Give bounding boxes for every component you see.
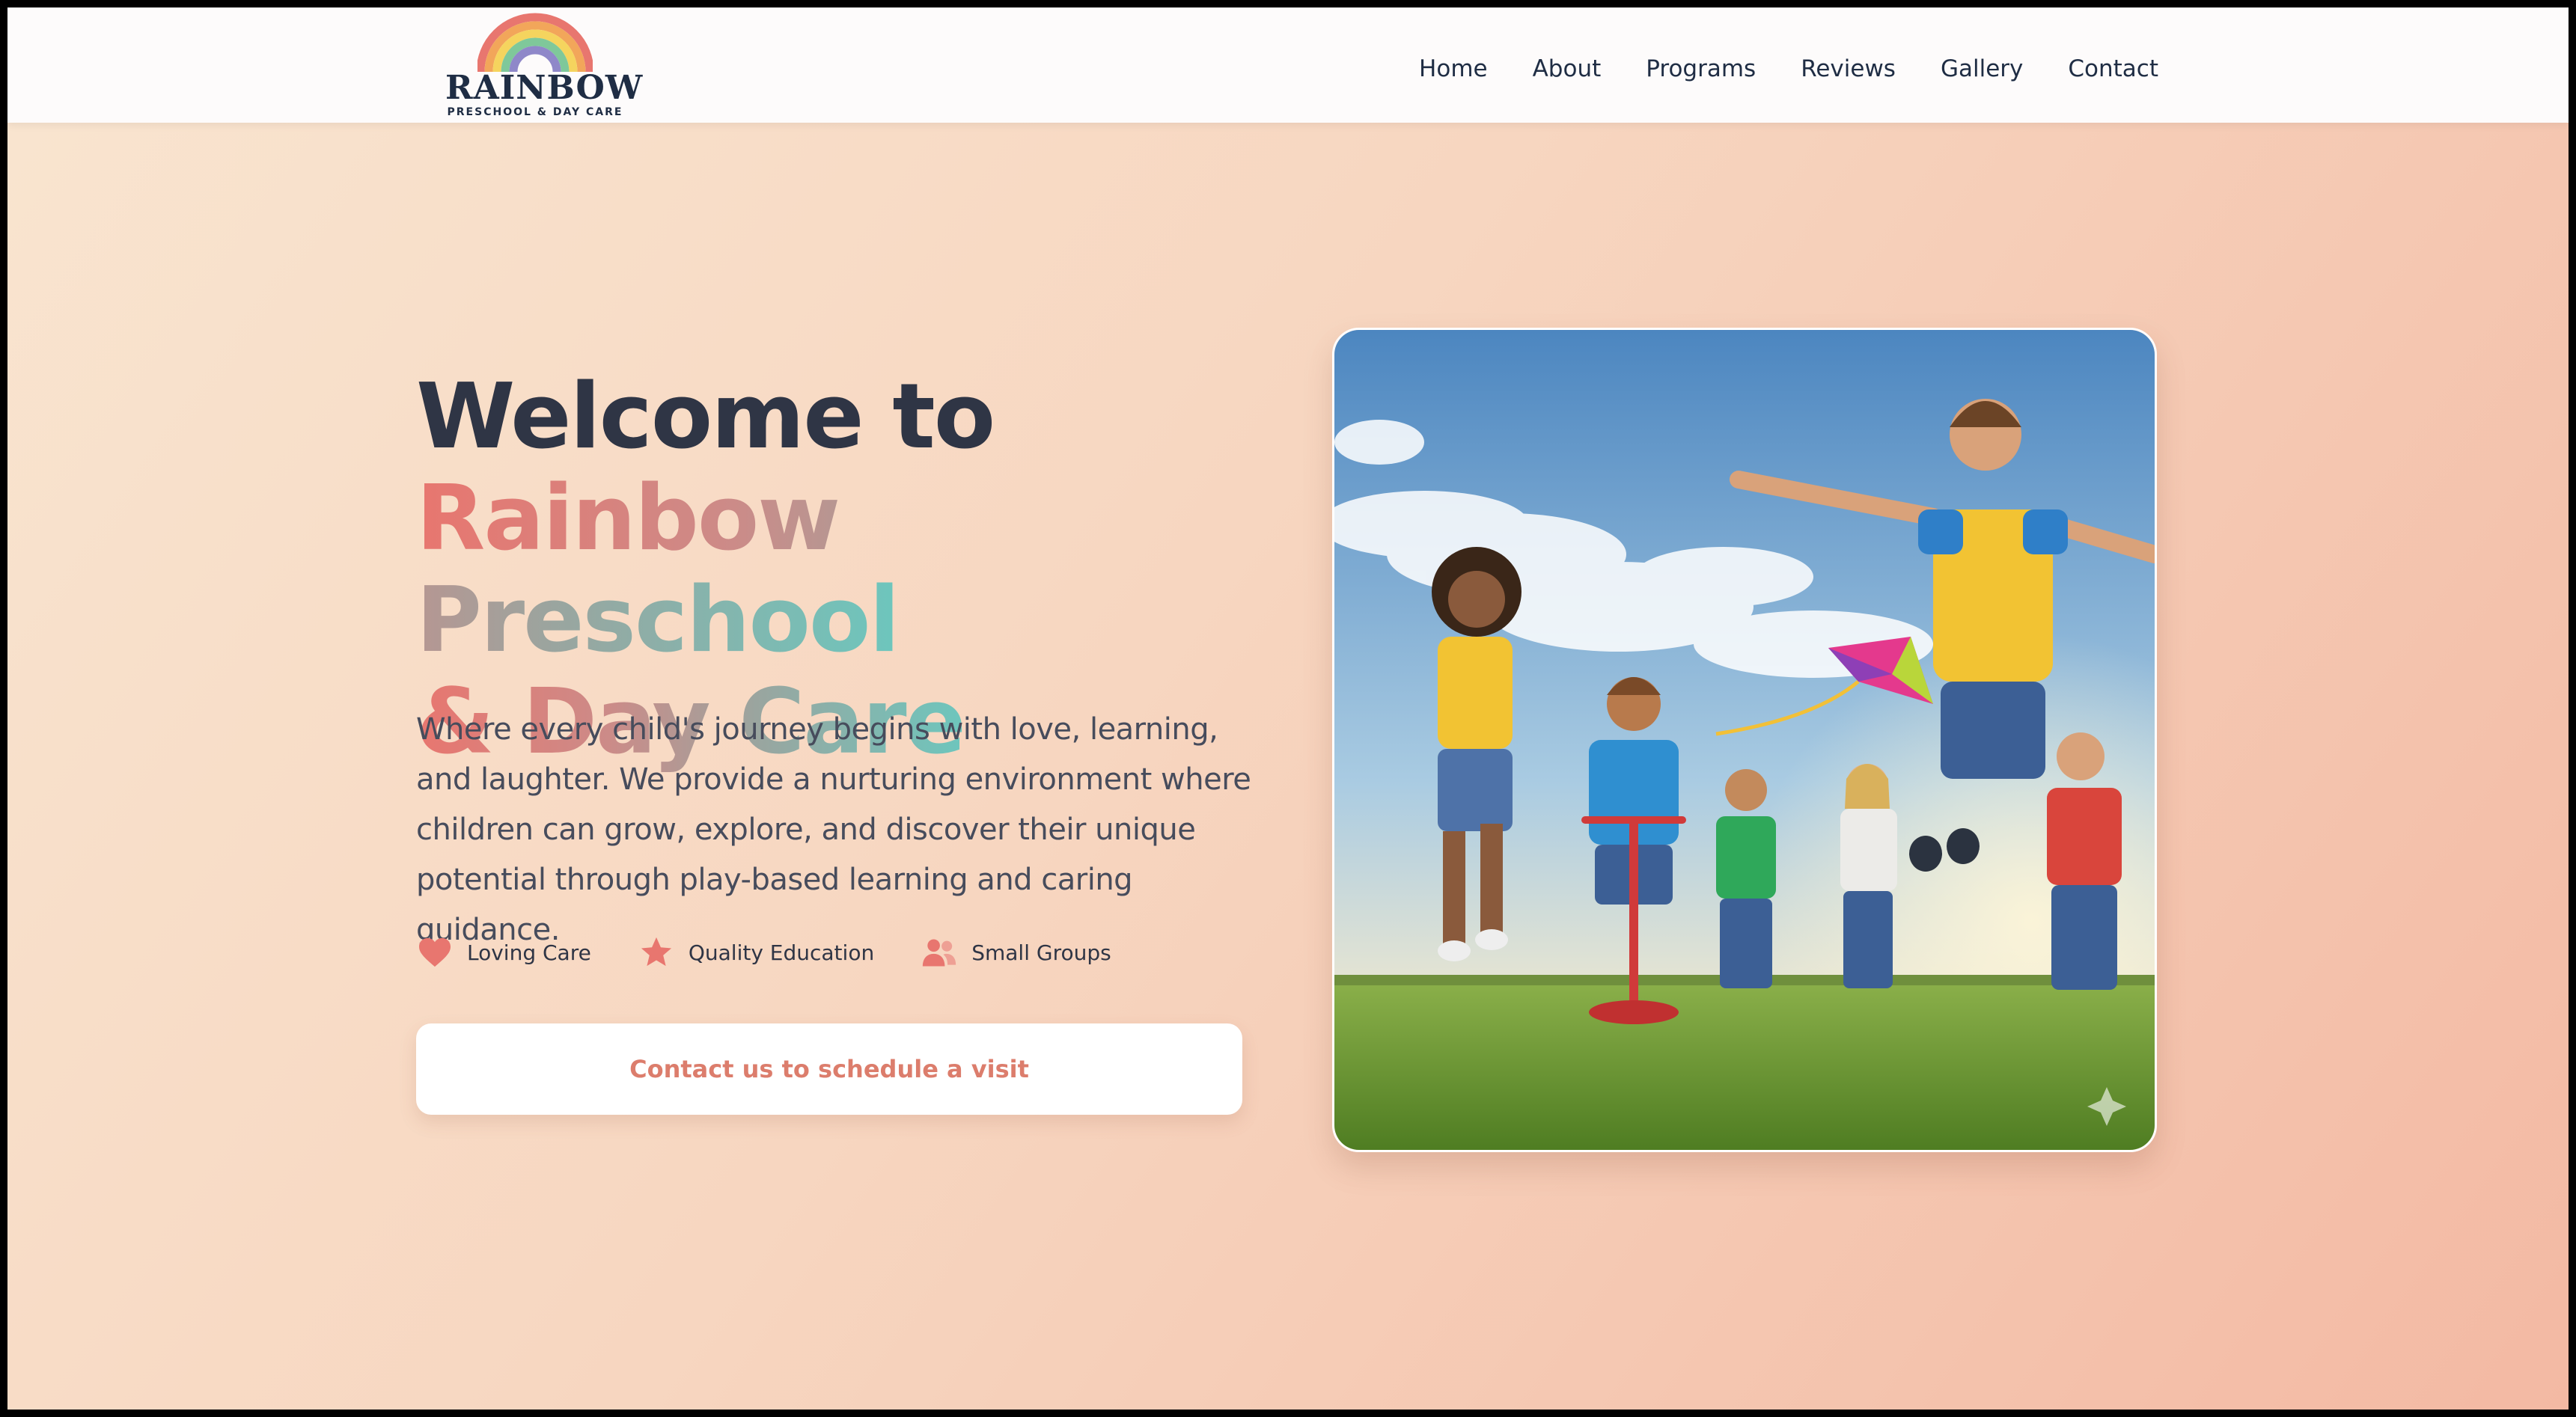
hero-image: [1332, 328, 2157, 1152]
nav-contact[interactable]: Contact: [2068, 55, 2158, 82]
nav-about[interactable]: About: [1533, 55, 1602, 82]
main-menu: Home About Programs Reviews Gallery Cont…: [1419, 55, 2158, 82]
nav-gallery[interactable]: Gallery: [1941, 55, 2023, 82]
logo[interactable]: RAINBOW PRESCHOOL & DAY CARE: [445, 9, 644, 121]
feature-loving-care: Loving Care: [416, 934, 591, 971]
feature-list: Loving Care Quality Education Small Grou…: [416, 934, 1158, 971]
top-navigation: RAINBOW PRESCHOOL & DAY CARE Home About …: [7, 7, 2569, 123]
logo-subtitle: PRESCHOOL & DAY CARE: [447, 106, 623, 118]
nav-reviews[interactable]: Reviews: [1801, 55, 1896, 82]
feature-label: Loving Care: [467, 940, 591, 965]
hero-title-highlight-1: Rainbow Preschool: [416, 467, 900, 673]
page-frame: RAINBOW PRESCHOOL & DAY CARE Home About …: [7, 7, 2569, 1410]
rainbow-logo-icon: [477, 13, 593, 73]
logo-title: RAINBOW: [445, 69, 644, 107]
users-icon: [921, 934, 958, 971]
feature-small-groups: Small Groups: [921, 934, 1111, 971]
feature-label: Quality Education: [688, 940, 875, 965]
feature-label: Small Groups: [971, 940, 1111, 965]
hero-title-line1: Welcome to: [416, 365, 995, 469]
schedule-visit-button[interactable]: Contact us to schedule a visit: [416, 1023, 1242, 1115]
children-playing-illustration: [1334, 330, 2155, 1150]
hero-description: Where every child's journey begins with …: [416, 712, 1251, 947]
nav-programs[interactable]: Programs: [1646, 55, 1756, 82]
nav-home[interactable]: Home: [1419, 55, 1488, 82]
star-icon: [638, 934, 675, 971]
heart-icon: [416, 934, 454, 971]
feature-quality-education: Quality Education: [638, 934, 874, 971]
